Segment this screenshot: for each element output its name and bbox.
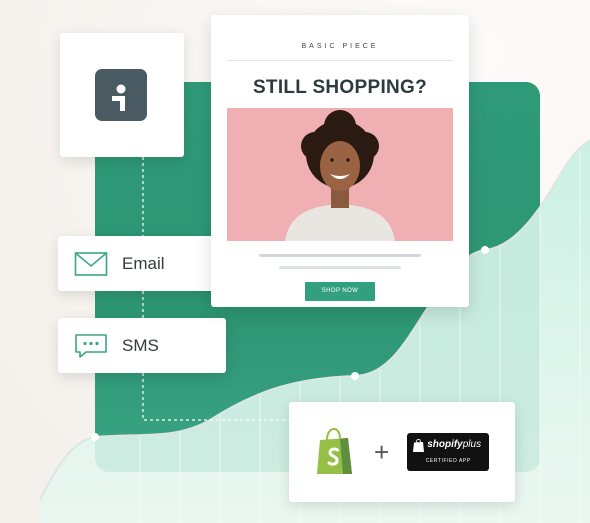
hero-image [227, 108, 453, 241]
logo-card [60, 33, 184, 157]
sms-channel-card[interactable]: SMS [58, 318, 226, 373]
brand-name: BASIC PIECE [301, 43, 379, 50]
chart-point [91, 433, 99, 441]
email-channel-card[interactable]: Email [58, 236, 226, 291]
shopify-bag-icon [317, 428, 352, 474]
email-label: Email [122, 253, 165, 273]
envelope-icon [74, 251, 108, 276]
klaviyo-style-logo-icon [95, 69, 147, 121]
body-text-line [279, 266, 401, 269]
certified-app-caption: CERTIFIED APP [425, 458, 471, 464]
shopify-integration-card: + shopifyplus CERTIFIED APP [289, 402, 515, 502]
woman-portrait-image [285, 110, 395, 241]
shopify-plus-badge: shopifyplus CERTIFIED APP [407, 433, 490, 471]
shopify-plus-wordmark: shopifyplus [427, 439, 482, 450]
sms-label: SMS [122, 335, 159, 355]
email-template-preview: BASIC PIECE STILL SHOPPING? SHOP NOW [211, 15, 469, 307]
body-text-line [259, 254, 421, 257]
chat-bubble-icon [75, 333, 107, 358]
chart-point [351, 372, 359, 380]
shopify-bag-mini-icon [413, 439, 425, 452]
shop-now-button[interactable]: SHOP NOW [305, 282, 375, 301]
email-headline: STILL SHOPPING? [252, 77, 428, 98]
plus-sign: + [374, 436, 390, 467]
divider [227, 60, 453, 61]
chart-point [481, 246, 489, 254]
